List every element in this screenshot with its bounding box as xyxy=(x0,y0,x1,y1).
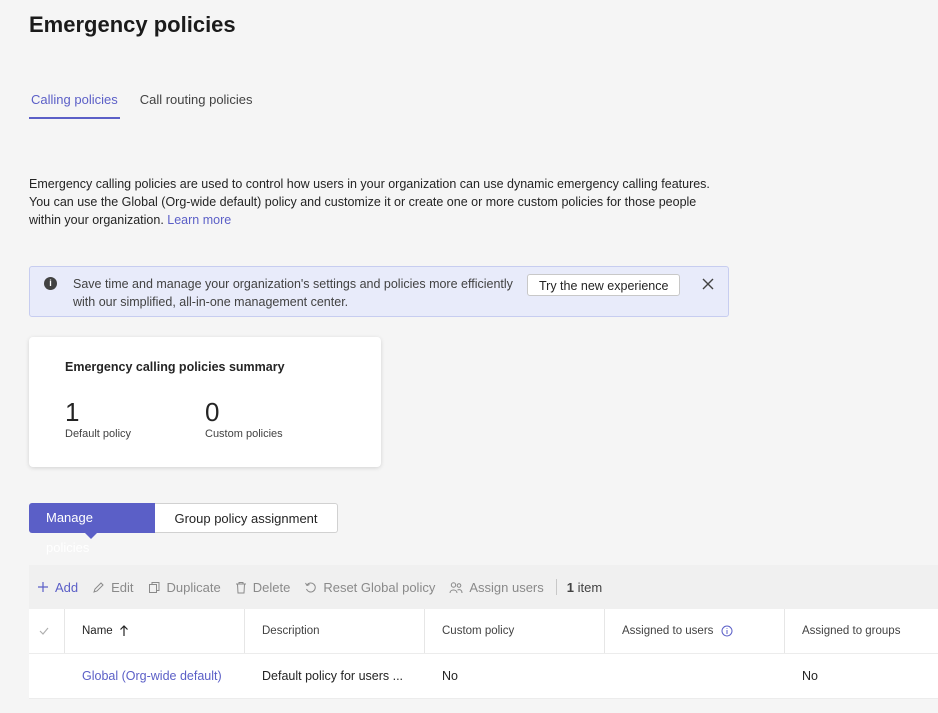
active-caret xyxy=(85,533,97,539)
summary-title: Emergency calling policies summary xyxy=(65,360,285,374)
tab-calling-policies[interactable]: Calling policies xyxy=(29,90,120,119)
policies-table: Name Description Custom policy Assigned … xyxy=(29,609,938,699)
item-count-number: 1 xyxy=(566,579,574,595)
add-label: Add xyxy=(55,579,79,595)
try-new-experience-button[interactable]: Try the new experience xyxy=(527,274,681,296)
custom-policy-stat: 0 Custom policies xyxy=(205,397,283,440)
edit-button[interactable]: Edit xyxy=(92,579,134,595)
item-count-label: item xyxy=(577,579,603,595)
reset-label: Reset Global policy xyxy=(323,579,436,595)
people-icon xyxy=(449,581,463,593)
delete-label: Delete xyxy=(252,579,291,595)
plus-icon xyxy=(38,582,48,592)
new-experience-banner: i Save time and manage your organization… xyxy=(29,266,729,317)
name-header-label: Name xyxy=(82,625,113,637)
default-policy-count: 1 xyxy=(65,397,80,427)
item-count: 1 item xyxy=(567,580,602,595)
delete-button[interactable]: Delete xyxy=(235,579,291,595)
learn-more-link[interactable]: Learn more xyxy=(167,213,231,227)
view-segment-control: Manage policies Group policy assignment xyxy=(29,503,338,555)
default-policy-stat: 1 Default policy xyxy=(65,397,131,440)
description-text: Emergency calling policies are used to c… xyxy=(29,177,710,227)
policy-toolbar: Add Edit Duplicate Delete Reset Global p… xyxy=(29,565,938,609)
default-policy-label: Default policy xyxy=(65,428,132,440)
info-circle-icon[interactable] xyxy=(721,625,733,637)
policy-custom-flag: No xyxy=(442,669,458,683)
policy-description: Default policy for users ... xyxy=(262,669,404,683)
column-header-name[interactable]: Name xyxy=(65,609,245,653)
sort-ascending-icon xyxy=(119,625,128,636)
edit-label: Edit xyxy=(111,579,134,595)
reset-global-policy-button[interactable]: Reset Global policy xyxy=(304,580,435,595)
tab-call-routing-policies[interactable]: Call routing policies xyxy=(138,90,255,119)
column-header-assigned-to-groups[interactable]: Assigned to groups xyxy=(785,609,938,653)
checkmark-icon xyxy=(39,627,49,635)
row-checkbox[interactable] xyxy=(29,654,65,698)
policy-tabs: Calling policies Call routing policies xyxy=(29,90,254,119)
page-title: Emergency policies xyxy=(29,12,236,37)
banner-text: Save time and manage your organization's… xyxy=(73,277,513,309)
column-header-description[interactable]: Description xyxy=(245,609,425,653)
toolbar-divider xyxy=(555,579,557,595)
summary-card: Emergency calling policies summary 1 Def… xyxy=(29,337,381,467)
pencil-icon xyxy=(93,581,104,593)
table-row[interactable]: Global (Org-wide default) Default policy… xyxy=(29,654,938,699)
column-header-custom-policy[interactable]: Custom policy xyxy=(425,609,605,653)
custom-policy-label: Custom policies xyxy=(205,428,283,440)
add-button[interactable]: Add xyxy=(37,580,78,595)
manage-policies-button[interactable]: Manage policies xyxy=(29,503,155,555)
column-header-assigned-to-users[interactable]: Assigned to users xyxy=(605,609,785,653)
assign-users-button[interactable]: Assign users xyxy=(449,579,544,595)
custom-policy-count: 0 xyxy=(205,397,220,427)
info-icon: i xyxy=(44,277,57,290)
policy-assigned-groups: No xyxy=(802,669,818,683)
duplicate-label: Duplicate xyxy=(166,579,221,595)
policy-name-link[interactable]: Global (Org-wide default) xyxy=(65,654,245,698)
trash-icon xyxy=(235,581,246,593)
close-icon[interactable] xyxy=(700,276,716,292)
policy-assigned-users xyxy=(605,654,785,698)
assigned-to-users-label: Assigned to users xyxy=(622,625,714,637)
copy-icon xyxy=(148,581,160,593)
assign-users-label: Assign users xyxy=(469,579,544,595)
page-description: Emergency calling policies are used to c… xyxy=(29,175,729,229)
select-all-checkbox[interactable] xyxy=(29,609,65,653)
group-policy-assignment-button[interactable]: Group policy assignment xyxy=(155,503,338,533)
duplicate-button[interactable]: Duplicate xyxy=(148,580,221,595)
table-header-row: Name Description Custom policy Assigned … xyxy=(29,609,938,654)
reset-icon xyxy=(305,582,317,592)
